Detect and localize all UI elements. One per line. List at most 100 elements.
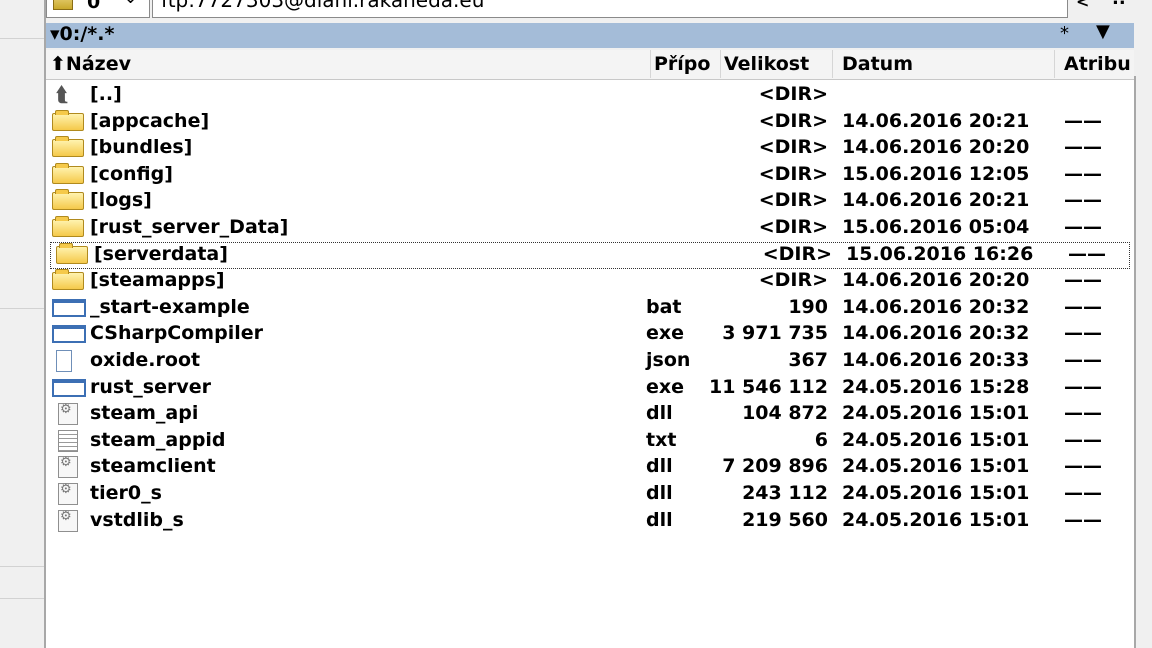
up-dir-icon: ⮬: [56, 82, 68, 106]
exe-icon: [52, 299, 86, 317]
file-attributes: ——: [1064, 189, 1102, 211]
ftp-drive-icon: [53, 0, 73, 10]
file-size: <DIR>: [758, 83, 828, 105]
file-row[interactable]: CSharpCompiler exe 3 971 735 14.06.2016 20:…: [46, 321, 1134, 348]
file-size: <DIR>: [758, 189, 828, 211]
back-button[interactable]: <: [1076, 0, 1098, 14]
file-size: <DIR>: [758, 110, 828, 132]
file-date: 14.06.2016 20:32: [842, 322, 1030, 344]
column-size[interactable]: Velikost: [724, 53, 809, 75]
file-row[interactable]: _start-example bat 190 14.06.2016 20:32 ——: [46, 295, 1134, 322]
file-attributes: ——: [1064, 110, 1102, 132]
file-size: <DIR>: [758, 269, 828, 291]
file-date: 24.05.2016 15:28: [842, 376, 1030, 398]
column-date[interactable]: Datum: [842, 53, 913, 75]
file-attributes: ——: [1064, 216, 1102, 238]
file-date: 24.05.2016 15:01: [842, 509, 1030, 531]
file-name: [bundles]: [90, 136, 193, 158]
file-row[interactable]: [appcache] <DIR> 14.06.2016 20:21 ——: [46, 109, 1134, 136]
file-size: <DIR>: [762, 243, 832, 265]
folder-icon: [52, 163, 84, 184]
file-date: 14.06.2016 20:20: [842, 136, 1030, 158]
folder-icon: [56, 243, 88, 264]
column-attr[interactable]: Atribu: [1064, 53, 1132, 75]
file-name: rust_server: [90, 376, 211, 398]
folder-icon: [52, 189, 84, 210]
file-date: 24.05.2016 15:01: [842, 482, 1030, 504]
file-name: _start-example: [90, 296, 250, 318]
file-name: [steamapps]: [90, 269, 225, 291]
file-row[interactable]: steam_apidll104 87224.05.2016 15:01——: [46, 401, 1134, 428]
dll-icon: [58, 455, 78, 478]
file-row[interactable]: [logs] <DIR> 14.06.2016 20:21 ——: [46, 188, 1134, 215]
file-row[interactable]: steamclientdll7 209 89624.05.2016 15:01—…: [46, 454, 1134, 481]
exe-icon: [52, 379, 86, 397]
chevron-down-icon: ⌄: [123, 0, 138, 8]
file-row[interactable]: steam_appid txt 6 24.05.2016 15:01 ——: [46, 428, 1134, 455]
dll-icon: [58, 482, 78, 505]
column-header: ⬆Název Přípo Velikost Datum Atribu: [46, 50, 1134, 80]
file-name: [appcache]: [90, 110, 210, 132]
file-date: 14.06.2016 20:32: [842, 296, 1030, 318]
filter-star-button[interactable]: *: [1060, 23, 1069, 44]
right-panel-edge: [1134, 0, 1152, 648]
file-name: steamclient: [90, 455, 216, 477]
file-attributes: ——: [1064, 429, 1102, 451]
folder-icon: [52, 269, 84, 290]
file-date: 24.05.2016 15:01: [842, 429, 1030, 451]
folder-icon: [52, 216, 84, 237]
file-row[interactable]: rust_server exe 11 546 112 24.05.2016 15:28…: [46, 375, 1134, 402]
path-bar[interactable]: ▾0:/*.* * ▼: [46, 21, 1134, 48]
file-name: steam_api: [90, 402, 199, 424]
file-name: [logs]: [90, 189, 152, 211]
filter-dropdown-icon[interactable]: ▼: [1096, 21, 1110, 42]
file-row[interactable]: vstdlib_sdll219 56024.05.2016 15:01——: [46, 508, 1134, 535]
file-name: vstdlib_s: [90, 509, 184, 531]
file-row[interactable]: [config] <DIR> 15.06.2016 12:05 ——: [46, 162, 1134, 189]
file-date: 15.06.2016 05:04: [842, 216, 1030, 238]
file-row[interactable]: [serverdata] <DIR> 15.06.2016 16:26 ——: [50, 242, 1130, 269]
file-size: 104 872: [742, 402, 828, 424]
file-attributes: ——: [1064, 163, 1102, 185]
file-row[interactable]: tier0_sdll243 11224.05.2016 15:01——: [46, 481, 1134, 508]
connection-field[interactable]: ftp:7727303@diani.rakaneda.eu: [152, 0, 1068, 18]
file-attributes: ——: [1064, 455, 1102, 477]
file-name: CSharpCompiler: [90, 322, 263, 344]
column-ext[interactable]: Přípo: [654, 53, 716, 75]
file-attributes: ——: [1064, 509, 1102, 531]
file-row[interactable]: ⮬ [..] <DIR>: [46, 82, 1134, 109]
file-size: 243 112: [742, 482, 828, 504]
file-name: [config]: [90, 163, 173, 185]
document-icon: [56, 350, 72, 372]
drive-selector[interactable]: 0 ⌄: [46, 0, 150, 18]
file-size: <DIR>: [758, 163, 828, 185]
file-attributes: ——: [1064, 322, 1102, 344]
file-name: tier0_s: [90, 482, 162, 504]
column-name[interactable]: ⬆Název: [50, 53, 131, 75]
file-size: 7 209 896: [722, 455, 828, 477]
file-size: 3 971 735: [722, 322, 828, 344]
file-attributes: ——: [1064, 349, 1102, 371]
file-date: 15.06.2016 16:26: [846, 243, 1034, 265]
file-name: oxide.root: [90, 349, 201, 371]
file-attributes: ——: [1064, 296, 1102, 318]
dll-icon: [58, 509, 78, 532]
file-row[interactable]: [rust_server_Data] <DIR> 15.06.2016 05:04 —…: [46, 215, 1134, 242]
file-attributes: ——: [1064, 376, 1102, 398]
file-row[interactable]: [bundles] <DIR> 14.06.2016 20:20 ——: [46, 135, 1134, 162]
file-size: 11 546 112: [709, 376, 828, 398]
file-row[interactable]: oxide.root json 367 14.06.2016 20:33 ——: [46, 348, 1134, 375]
file-date: 24.05.2016 15:01: [842, 402, 1030, 424]
file-name: [rust_server_Data]: [90, 216, 289, 238]
more-button[interactable]: ..: [1112, 0, 1126, 9]
file-date: 24.05.2016 15:01: [842, 455, 1030, 477]
folder-icon: [52, 110, 84, 131]
folder-icon: [52, 136, 84, 157]
file-date: 14.06.2016 20:21: [842, 189, 1030, 211]
dll-icon: [58, 402, 78, 425]
drive-label: 0: [87, 0, 101, 13]
file-name: [serverdata]: [94, 243, 228, 265]
file-list[interactable]: ⮬ [..] <DIR> [appcache] <DIR> 14.06.2016 20:2…: [46, 80, 1134, 648]
file-attributes: ——: [1064, 136, 1102, 158]
file-row[interactable]: [steamapps] <DIR> 14.06.2016 20:20 ——: [46, 268, 1134, 295]
